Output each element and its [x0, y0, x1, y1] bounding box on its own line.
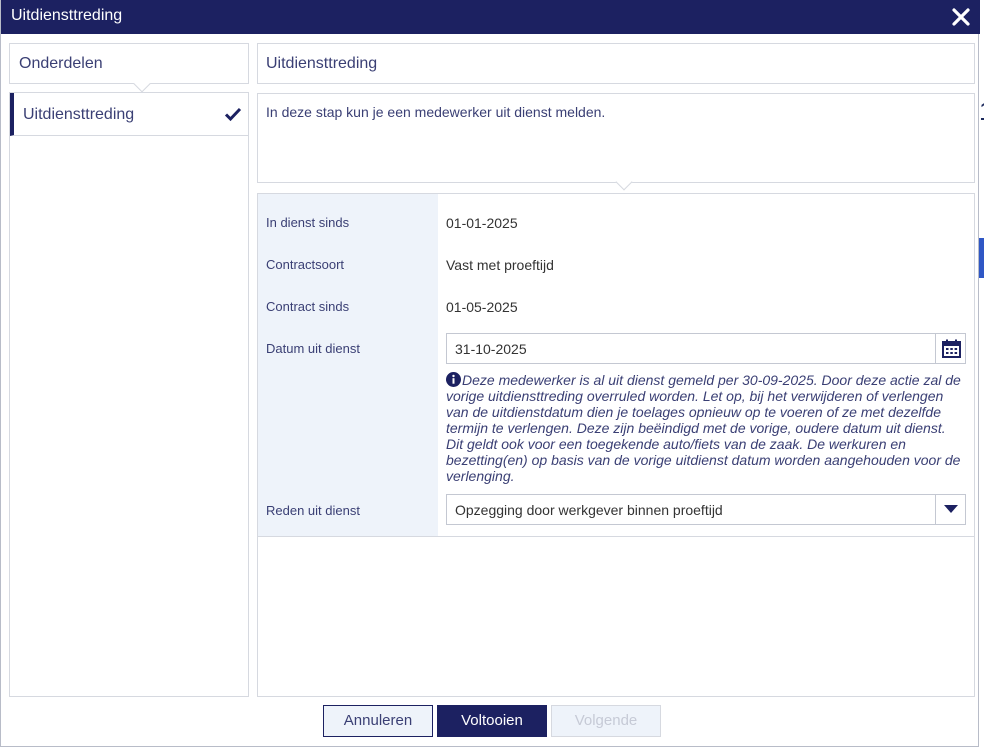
- step-item-label: Uitdiensttreding: [23, 106, 135, 123]
- dialog-title: Uitdiensttreding: [11, 7, 123, 24]
- in-dienst-sinds-value: 01-01-2025: [446, 215, 518, 231]
- warning-line: van de uitdienstdatum dien je toelages o…: [446, 404, 941, 420]
- steps-panel-header: Onderdelen: [9, 43, 249, 93]
- warning-line: Dit geldt ook voor een toegekende auto/f…: [446, 436, 906, 452]
- warning-line: vorige uitdiensttreding overruled worden…: [446, 388, 944, 404]
- contract-sinds-value: 01-05-2025: [446, 299, 518, 315]
- background-accent-bar: [979, 238, 984, 278]
- form-area: In dienst sinds 01-01-2025 Contractsoort…: [257, 193, 975, 697]
- form-table: In dienst sinds 01-01-2025 Contractsoort…: [258, 194, 974, 537]
- dialog: Uitdiensttreding Onderdelen Uitdiensttre…: [0, 0, 980, 747]
- close-icon[interactable]: [949, 5, 973, 29]
- header-notch: [133, 75, 151, 93]
- next-button[interactable]: Volgende: [551, 705, 661, 737]
- step-title: Uitdiensttreding: [266, 55, 378, 72]
- datum-uit-dienst-input[interactable]: 31-10-2025: [446, 333, 966, 364]
- reden-uit-dienst-select[interactable]: Opzegging door werkgever binnen proeftij…: [446, 494, 966, 525]
- intro-text: In deze stap kun je een medewerker uit d…: [266, 104, 606, 120]
- reden-uit-dienst-value: Opzegging door werkgever binnen proeftij…: [455, 502, 723, 518]
- finish-button[interactable]: Voltooien: [437, 705, 547, 737]
- reden-uit-dienst-label: Reden uit dienst: [266, 503, 360, 518]
- step-header: Uitdiensttreding: [257, 43, 975, 84]
- datum-uit-dienst-label: Datum uit dienst: [266, 341, 360, 356]
- warning-line: bezetting(en) op basis van de vorige uit…: [446, 452, 961, 468]
- calendar-icon[interactable]: [935, 334, 966, 363]
- background-glyph: 1: [979, 96, 984, 127]
- in-dienst-sinds-label: In dienst sinds: [266, 215, 350, 230]
- dialog-titlebar: Uitdiensttreding: [1, 0, 980, 34]
- warning-line: Deze medewerker is al uit dienst gemeld …: [446, 372, 968, 388]
- contract-sinds-label: Contract sinds: [266, 299, 350, 314]
- steps-panel-title: Onderdelen: [19, 55, 103, 72]
- intro-notch: [615, 173, 633, 191]
- step-intro: In deze stap kun je een medewerker uit d…: [257, 93, 975, 191]
- steps-panel: Uitdiensttreding: [9, 92, 249, 697]
- warning-line: verlenging.: [446, 468, 515, 484]
- info-icon: [446, 372, 461, 387]
- datum-uit-dienst-value: 31-10-2025: [455, 341, 527, 357]
- warning-line: termijn te verlengen. Deze zijn beëindig…: [446, 420, 946, 436]
- background-page: 1: [979, 36, 984, 747]
- contractsoort-label: Contractsoort: [266, 257, 345, 272]
- overrule-warning: Deze medewerker is al uit dienst gemeld …: [446, 372, 968, 484]
- chevron-down-icon[interactable]: [935, 495, 966, 524]
- checkmark-icon: [224, 105, 242, 123]
- label-column: [258, 194, 438, 536]
- contractsoort-value: Vast met proeftijd: [446, 257, 554, 273]
- cancel-button[interactable]: Annuleren: [323, 705, 433, 737]
- step-item-uitdiensttreding[interactable]: Uitdiensttreding: [10, 93, 248, 136]
